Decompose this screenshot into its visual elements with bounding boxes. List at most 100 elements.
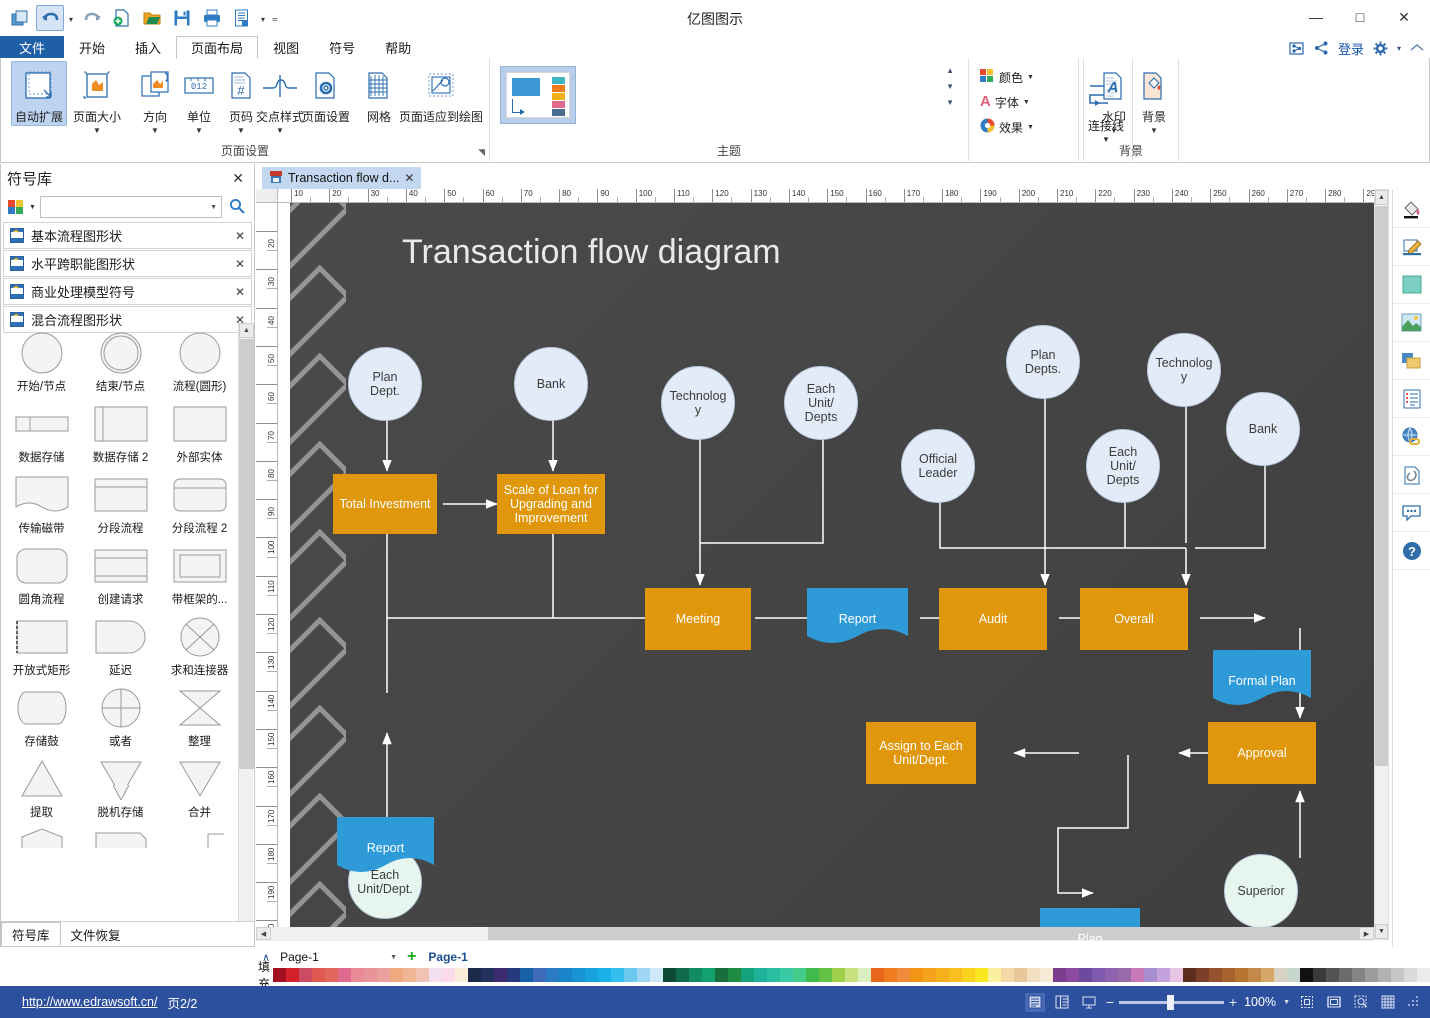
shape-data-store-2[interactable]: 数据存储 2 (81, 394, 160, 465)
library-scroll-thumb[interactable] (239, 339, 254, 769)
search-input-wrapper[interactable]: ▼ (40, 196, 222, 218)
attachment-icon[interactable] (1393, 456, 1430, 494)
color-swatch[interactable] (715, 968, 728, 982)
color-swatch[interactable] (546, 968, 559, 982)
theme-scroll-down-icon[interactable]: ▼ (946, 82, 954, 91)
scroll-right-icon[interactable]: ▶ (1359, 927, 1374, 940)
color-swatch[interactable] (1170, 968, 1183, 982)
colors-dropdown-icon[interactable]: ▼ (1027, 74, 1034, 81)
fill-bucket-icon[interactable] (1393, 190, 1430, 228)
color-swatch[interactable] (1105, 968, 1118, 982)
ribbon-btn-page-size[interactable]: 页面大小 ▼ (69, 61, 125, 136)
page-tab-page-1[interactable]: Page-1 (422, 950, 473, 964)
color-swatch[interactable] (1027, 968, 1040, 982)
close-icon[interactable]: ✕ (404, 171, 414, 185)
export-share-icon[interactable] (1289, 41, 1305, 56)
library-source-icon[interactable] (7, 199, 25, 215)
fit-page-icon[interactable] (1324, 993, 1344, 1012)
chevron-down-icon[interactable]: ▼ (390, 954, 397, 961)
collapse-ribbon-icon[interactable] (1410, 43, 1424, 53)
close-icon[interactable]: ✕ (228, 170, 248, 187)
color-swatch[interactable] (1352, 968, 1365, 982)
shape-sort[interactable]: 整理 (160, 678, 239, 749)
color-swatch[interactable] (312, 968, 325, 982)
scroll-left-icon[interactable]: ◀ (256, 927, 271, 940)
diagram-node-superior[interactable]: Superior (1224, 854, 1298, 928)
color-swatch[interactable] (1079, 968, 1092, 982)
color-swatch[interactable] (1118, 968, 1131, 982)
shape-merge[interactable]: 合并 (160, 749, 239, 820)
color-swatch[interactable] (325, 968, 338, 982)
zoom-in-button[interactable]: + (1229, 994, 1237, 1010)
diagram-node-technology-1[interactable]: Technolog y (661, 366, 735, 440)
color-swatch[interactable] (741, 968, 754, 982)
edraw-website-link[interactable]: http://www.edrawsoft.cn/ (22, 995, 157, 1009)
theme-scroll-up-icon[interactable]: ▲ (946, 66, 954, 75)
page-number-dropdown-icon[interactable]: ▼ (237, 126, 245, 135)
tab-insert[interactable]: 插入 (120, 36, 176, 59)
shape-framed-rect[interactable]: 带框架的... (160, 536, 239, 607)
gear-icon[interactable] (1373, 41, 1388, 56)
close-icon[interactable]: ✕ (235, 285, 245, 299)
shape-offline-storage[interactable]: 脱机存储 (81, 749, 160, 820)
shape-partial-2[interactable] (81, 820, 160, 848)
diagram-node-approval[interactable]: Approval (1208, 722, 1316, 784)
scroll-down-icon[interactable]: ▼ (1375, 924, 1388, 939)
color-swatch[interactable] (429, 968, 442, 982)
theme-gallery-item[interactable] (500, 66, 576, 124)
scroll-up-icon[interactable]: ▲ (239, 323, 254, 338)
color-swatch[interactable] (1300, 968, 1313, 982)
color-swatch[interactable] (1092, 968, 1105, 982)
diagram-node-assign-each[interactable]: Assign to Each Unit/Dept. (866, 722, 976, 784)
color-swatch[interactable] (455, 968, 468, 982)
diagram-node-formal-plan[interactable]: Formal Plan (1213, 650, 1311, 712)
share-icon[interactable] (1314, 41, 1329, 55)
diagram-node-each-unit-2[interactable]: Each Unit/ Depts (1086, 429, 1160, 503)
color-swatch[interactable] (793, 968, 806, 982)
shape-storage-drum[interactable]: 存储鼓 (2, 678, 81, 749)
zoom-out-button[interactable]: − (1106, 994, 1114, 1010)
tab-symbols[interactable]: 符号 (314, 36, 370, 59)
color-swatch[interactable] (403, 968, 416, 982)
canvas-viewport[interactable]: Transaction flow diagram (278, 203, 1374, 940)
settings-dropdown-icon[interactable]: ▾ (1397, 44, 1401, 53)
layers-icon[interactable] (1393, 342, 1430, 380)
zoom-dropdown-icon[interactable]: ▼ (1283, 999, 1290, 1006)
color-swatch[interactable] (364, 968, 377, 982)
library-tab-symbols[interactable]: 符号库 (1, 922, 61, 946)
diagram-node-technology-2[interactable]: Technolog y (1147, 333, 1221, 407)
color-swatch[interactable] (1144, 968, 1157, 982)
tab-help[interactable]: 帮助 (370, 36, 426, 59)
shape-sum-connector[interactable]: 求和连接器 (160, 607, 239, 678)
diagram-node-bank-2[interactable]: Bank (1226, 392, 1300, 466)
shape-segmented-process[interactable]: 分段流程 (81, 465, 160, 536)
color-swatch[interactable] (338, 968, 351, 982)
ribbon-btn-auto-expand[interactable]: 自动扩展 (11, 61, 67, 126)
color-swatch[interactable] (728, 968, 741, 982)
shape-extract[interactable]: 提取 (2, 749, 81, 820)
color-swatch[interactable] (1313, 968, 1326, 982)
diagram-node-bank-1[interactable]: Bank (514, 347, 588, 421)
color-swatch[interactable] (897, 968, 910, 982)
ribbon-btn-fit-page-to-drawing[interactable]: 页面适应到绘图 (393, 61, 489, 126)
color-swatch[interactable] (1248, 968, 1261, 982)
tab-view[interactable]: 视图 (258, 36, 314, 59)
diagram-node-overall[interactable]: Overall (1080, 588, 1188, 650)
color-swatch[interactable] (1222, 968, 1235, 982)
color-swatch[interactable] (468, 968, 481, 982)
hyperlink-globe-icon[interactable] (1393, 418, 1430, 456)
color-swatch[interactable] (884, 968, 897, 982)
shape-delay[interactable]: 延迟 (81, 607, 160, 678)
diagram-node-plan-dept[interactable]: Plan Dept. (348, 347, 422, 421)
orientation-dropdown-icon[interactable]: ▼ (151, 126, 159, 135)
list-properties-icon[interactable] (1393, 380, 1430, 418)
shape-process-circle[interactable]: 流程(圆形) (160, 323, 239, 394)
shape-external-entity[interactable]: 外部实体 (160, 394, 239, 465)
sign-in-link[interactable]: 登录 (1338, 39, 1364, 58)
shape-fill-icon[interactable] (1393, 266, 1430, 304)
font-dropdown-icon[interactable]: ▼ (1023, 99, 1030, 106)
color-swatch[interactable] (585, 968, 598, 982)
color-swatch[interactable] (1001, 968, 1014, 982)
color-swatch[interactable] (767, 968, 780, 982)
shape-transfer-tape[interactable]: 传输磁带 (2, 465, 81, 536)
